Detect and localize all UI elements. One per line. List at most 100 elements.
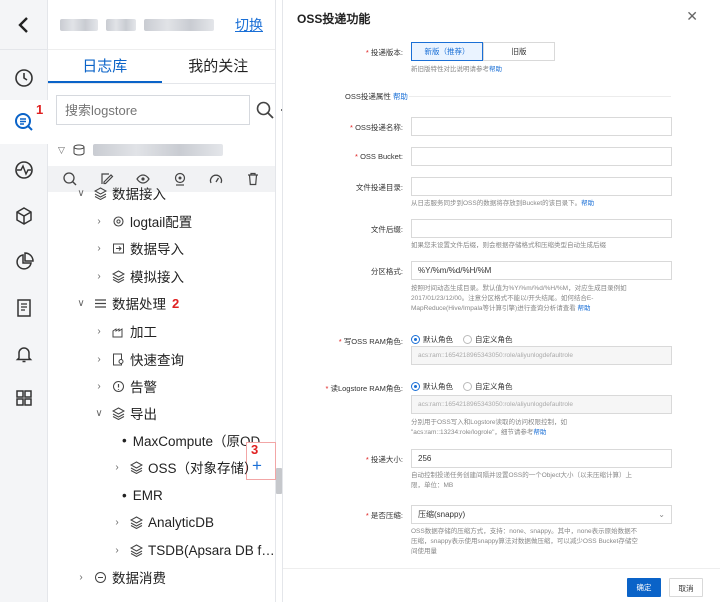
radio-icon (463, 382, 472, 391)
help-link[interactable]: 帮助 (581, 200, 594, 207)
dialog-title: OSS投递功能 (297, 12, 371, 26)
logstore-search-input[interactable] (56, 95, 250, 125)
rail-bell-icon[interactable] (0, 332, 48, 376)
search-icon[interactable] (256, 99, 274, 121)
chevron-right-icon: › (97, 325, 101, 337)
import-icon (110, 240, 126, 256)
version-old-option[interactable]: 旧版 (483, 42, 555, 61)
ok-button[interactable]: 确定 (627, 578, 661, 597)
tree-label: 加工 (130, 325, 157, 340)
cancel-button[interactable]: 取消 (669, 578, 703, 597)
tree-node-tsdb[interactable]: › TSDB(Apsara DB f… (48, 537, 276, 563)
compress-select[interactable]: 压缩(snappy) ⌄ (411, 505, 672, 524)
rail-pie-chart-icon[interactable] (0, 240, 48, 284)
rail-logsearch-icon[interactable]: 1 (0, 100, 48, 144)
chevron-down-icon: ⌄ (658, 510, 665, 519)
partition-label: 分区格式: (370, 267, 403, 276)
blurred-logstore-name (92, 144, 223, 156)
tree-label: 导出 (130, 407, 157, 422)
tree-node-data-consume[interactable]: › 数据消费 (48, 564, 276, 590)
tree-node-mock-import[interactable]: › 模拟接入 (48, 263, 276, 289)
blurred-project-name (60, 18, 98, 31)
radio-checked-icon (411, 335, 420, 344)
rail-monitor-icon[interactable] (0, 148, 48, 192)
layers-icon (92, 185, 108, 201)
tree-label: 数据消费 (112, 571, 166, 586)
back-button[interactable] (0, 0, 48, 50)
step-badge-3: 3 (251, 442, 259, 457)
write-role-custom-radio[interactable]: 自定义角色 (463, 334, 513, 345)
rail-grid-icon[interactable] (0, 376, 48, 420)
tree-node-data-process[interactable]: ∨ 数据处理 2 (48, 290, 276, 316)
icon-rail: 1 (0, 0, 48, 602)
tree-node-quick-query[interactable]: › 快速查询 (48, 346, 276, 372)
version-label: * 投递版本: (365, 48, 403, 57)
suffix-label: 文件后缀: (370, 225, 403, 234)
tree-node-maxcompute[interactable]: • MaxCompute（原OD… (48, 427, 276, 453)
switch-project-link[interactable]: 切换 (235, 15, 263, 35)
tree-label: AnalyticDB (148, 514, 215, 530)
version-new-option[interactable]: 新版（推荐） (411, 42, 483, 61)
tab-my-favorites[interactable]: 我的关注 (162, 54, 276, 83)
tree-label: 数据导入 (130, 242, 184, 257)
tree-node-emr[interactable]: • EMR (48, 482, 276, 508)
blurred-project-name (144, 18, 214, 31)
help-link[interactable]: 帮助 (393, 92, 408, 101)
chevron-down-icon: ∨ (77, 297, 85, 309)
write-role-arn-input[interactable]: acs:ram::1654218965343050:role/aliyunlog… (411, 346, 672, 365)
oss-name-input[interactable] (411, 117, 672, 136)
dialog-footer: 确定 取消 (283, 568, 720, 602)
suffix-input[interactable] (411, 219, 672, 238)
dir-label: 文件投递目录: (355, 183, 403, 192)
compress-help: OSS数据存储的压缩方式，支持：none、snappy。其中，none表示原始数… (411, 528, 638, 555)
tree-label: TSDB(Apsara DB f… (148, 542, 275, 558)
rail-clock-icon[interactable] (0, 56, 48, 100)
write-role-label: * 写OSS RAM角色: (338, 337, 403, 346)
bullet-icon: • (122, 487, 127, 503)
tree-label: 快速查询 (130, 353, 184, 368)
tree-label: 数据处理 (112, 297, 166, 312)
tree-node-logtail[interactable]: › logtail配置 (48, 208, 276, 234)
rail-report-icon[interactable] (0, 286, 48, 330)
chevron-down-icon: ▽ (58, 144, 65, 155)
oss-bucket-input[interactable] (411, 147, 672, 166)
tree-label: logtail配置 (130, 215, 193, 230)
radio-icon (463, 335, 472, 344)
doc-search-icon (110, 351, 126, 367)
tree-node-data-ingest[interactable]: ∨ 数据接入 (48, 180, 276, 206)
tree-node-data-import[interactable]: › 数据导入 (48, 235, 276, 261)
chevron-right-icon: › (115, 516, 119, 528)
partition-help: 按照时间动态生成目录。默认值为%Y/%m/%d/%H/%M，对应生成目录例如 2… (411, 285, 627, 312)
chevron-right-icon: › (115, 544, 119, 556)
help-link[interactable]: 帮助 (578, 305, 591, 312)
help-link[interactable]: 帮助 (489, 66, 502, 73)
write-role-default-radio[interactable]: 默认角色 (411, 334, 453, 345)
rail-cube-icon[interactable] (0, 194, 48, 238)
tree-node-alert[interactable]: › 告警 (48, 373, 276, 399)
list-icon (92, 295, 108, 311)
oss-bucket-label: * OSS Bucket: (355, 152, 403, 161)
tree-node-export[interactable]: ∨ 导出 (48, 400, 276, 426)
dir-input[interactable] (411, 177, 672, 196)
read-role-custom-radio[interactable]: 自定义角色 (463, 381, 513, 392)
project-bar: 切换 (48, 0, 275, 50)
read-role-default-radio[interactable]: 默认角色 (411, 381, 453, 392)
tab-logstores[interactable]: 日志库 (48, 54, 162, 83)
size-input[interactable]: 256 (411, 449, 672, 468)
tree-label: OSS（对象存储） (148, 461, 258, 476)
chevron-down-icon: ∨ (77, 187, 85, 199)
chevron-right-icon: › (97, 215, 101, 227)
help-link[interactable]: 帮助 (533, 429, 546, 436)
close-icon[interactable]: ✕ (686, 8, 698, 25)
partition-input[interactable]: %Y/%m/%d/%H/%M (411, 261, 672, 280)
search-row (48, 88, 295, 132)
tree-node-oss[interactable]: › OSS（对象存储） (48, 454, 276, 480)
tree-node-analyticdb[interactable]: › AnalyticDB (48, 509, 276, 535)
chevron-right-icon: › (97, 270, 101, 282)
logstore-root[interactable]: ▽ (48, 138, 275, 162)
read-role-arn-input[interactable]: acs:ram::1654218965343050:role/aliyunlog… (411, 395, 672, 414)
tree-label: 数据接入 (112, 187, 166, 202)
tree-node-transform[interactable]: › 加工 (48, 318, 276, 344)
add-oss-shipper-button[interactable]: + (252, 456, 262, 476)
layers-icon (110, 268, 126, 284)
